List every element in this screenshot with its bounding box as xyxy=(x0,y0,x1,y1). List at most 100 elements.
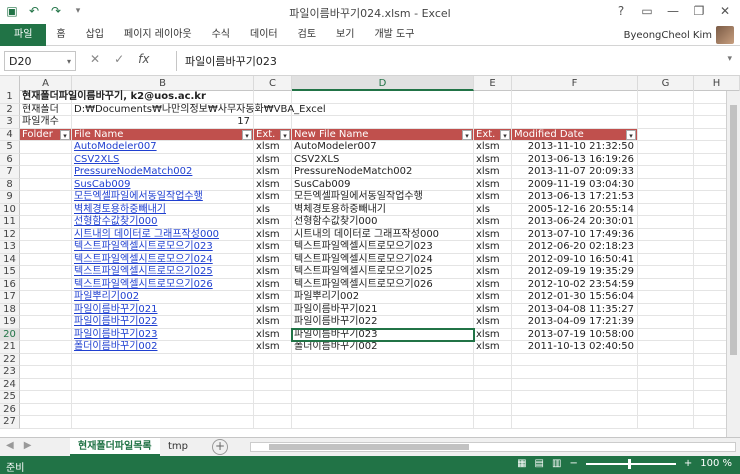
grid-cell[interactable] xyxy=(254,353,292,366)
grid-cell[interactable] xyxy=(474,366,512,379)
grid-cell[interactable] xyxy=(638,91,694,104)
add-sheet-button[interactable]: + xyxy=(212,439,228,455)
horizontal-scrollbar[interactable] xyxy=(250,442,736,452)
file-ext[interactable]: xlsm xyxy=(254,341,292,354)
grid-cell[interactable] xyxy=(638,416,694,429)
tab-view[interactable]: 보기 xyxy=(326,24,364,46)
column-header[interactable]: H xyxy=(694,76,740,91)
grid-cell[interactable] xyxy=(292,378,474,391)
grid-cell[interactable] xyxy=(474,378,512,391)
grid-cell[interactable] xyxy=(638,378,694,391)
grid-cell[interactable] xyxy=(20,341,72,354)
zoom-in-button[interactable]: + xyxy=(684,458,692,469)
grid-cell[interactable] xyxy=(638,228,694,241)
file-ext[interactable]: xlsm xyxy=(254,316,292,329)
tab-data[interactable]: 데이터 xyxy=(240,24,288,46)
grid-cell[interactable] xyxy=(638,128,694,141)
enter-icon[interactable]: ✓ xyxy=(114,52,124,66)
new-file-name[interactable]: 파일이름바꾸기022 xyxy=(292,316,474,329)
tab-formulas[interactable]: 수식 xyxy=(202,24,240,46)
modified-date[interactable]: 2012-09-19 19:35:29 xyxy=(512,266,638,279)
grid-cell[interactable] xyxy=(638,353,694,366)
row-header[interactable]: 17 xyxy=(0,291,20,304)
new-file-name[interactable]: 파일뿌리기002 xyxy=(292,291,474,304)
row-header[interactable]: 7 xyxy=(0,166,20,179)
tab-home[interactable]: 홈 xyxy=(46,24,75,46)
ribbon-display-button[interactable]: ▭ xyxy=(636,2,658,20)
avatar[interactable] xyxy=(716,26,734,44)
new-file-ext[interactable]: xlsm xyxy=(474,178,512,191)
grid-cell[interactable] xyxy=(292,366,474,379)
file-link[interactable]: 파일뿌리기002 xyxy=(72,291,254,304)
grid-cell[interactable] xyxy=(254,116,292,129)
grid-cell[interactable] xyxy=(254,91,292,104)
grid-cell[interactable] xyxy=(20,328,72,341)
filter-dropdown-icon[interactable]: ▾ xyxy=(462,129,472,140)
filter-dropdown-icon[interactable]: ▾ xyxy=(280,129,290,140)
close-button[interactable]: ✕ xyxy=(714,2,736,20)
file-ext[interactable]: xlsm xyxy=(254,328,292,341)
row-header[interactable]: 20 xyxy=(0,328,20,341)
select-all-corner[interactable] xyxy=(0,76,20,91)
row-header[interactable]: 22 xyxy=(0,353,20,366)
file-link[interactable]: 텍스트파일엑셀시트로모으기026 xyxy=(72,278,254,291)
row-header[interactable]: 8 xyxy=(0,178,20,191)
grid-cell[interactable] xyxy=(20,166,72,179)
modified-date[interactable]: 2013-07-10 17:49:36 xyxy=(512,228,638,241)
tab-review[interactable]: 검토 xyxy=(288,24,326,46)
row-header[interactable]: 2 xyxy=(0,103,20,116)
grid-cell[interactable] xyxy=(254,403,292,416)
new-file-name[interactable]: CSV2XLS xyxy=(292,153,474,166)
insert-function-icon[interactable]: fx xyxy=(138,52,149,66)
new-file-name[interactable]: PressureNodeMatch002 xyxy=(292,166,474,179)
new-file-name[interactable]: 선형함수값찾기000 xyxy=(292,216,474,229)
row-header[interactable]: 23 xyxy=(0,366,20,379)
modified-date[interactable]: 2012-06-20 02:18:23 xyxy=(512,241,638,254)
modified-date[interactable]: 2013-11-10 21:32:50 xyxy=(512,141,638,154)
modified-date[interactable]: 2009-11-19 03:04:30 xyxy=(512,178,638,191)
new-file-ext[interactable]: xlsm xyxy=(474,166,512,179)
grid-cell[interactable] xyxy=(292,391,474,404)
grid-cell[interactable] xyxy=(474,391,512,404)
file-link[interactable]: 시트내의 데이터로 그래프작성000 xyxy=(72,228,254,241)
new-file-ext[interactable]: xlsm xyxy=(474,328,512,341)
normal-view-icon[interactable]: ▦ xyxy=(517,458,526,469)
grid-cell[interactable] xyxy=(638,241,694,254)
grid-cell[interactable] xyxy=(254,378,292,391)
new-file-name[interactable]: 파일이름바꾸기021 xyxy=(292,303,474,316)
grid-cell[interactable] xyxy=(292,403,474,416)
scrollbar-thumb[interactable] xyxy=(730,105,737,355)
modified-date[interactable]: 2012-01-30 15:56:04 xyxy=(512,291,638,304)
file-ext[interactable]: xlsm xyxy=(254,303,292,316)
grid-cell[interactable] xyxy=(638,103,694,116)
grid-cell[interactable] xyxy=(512,91,638,104)
grid-cell[interactable] xyxy=(20,228,72,241)
row-header[interactable]: 15 xyxy=(0,266,20,279)
zoom-level[interactable]: 100 % xyxy=(700,458,732,469)
new-file-ext[interactable]: xlsm xyxy=(474,266,512,279)
grid-cell[interactable] xyxy=(72,391,254,404)
column-header[interactable]: C xyxy=(254,76,292,91)
file-link[interactable]: SusCab009 xyxy=(72,178,254,191)
column-header[interactable]: D xyxy=(292,76,474,91)
grid-cell[interactable] xyxy=(20,241,72,254)
new-file-ext[interactable]: xlsm xyxy=(474,141,512,154)
filter-dropdown-icon[interactable]: ▾ xyxy=(242,129,252,140)
grid-cell[interactable] xyxy=(638,141,694,154)
column-header[interactable]: G xyxy=(638,76,694,91)
tab-developer[interactable]: 개발 도구 xyxy=(364,24,424,46)
grid-cell[interactable] xyxy=(638,191,694,204)
modified-date[interactable]: 2013-07-19 10:58:00 xyxy=(512,328,638,341)
grid-cell[interactable] xyxy=(638,291,694,304)
new-file-ext[interactable]: xlsm xyxy=(474,241,512,254)
row-header[interactable]: 12 xyxy=(0,228,20,241)
grid-cell[interactable] xyxy=(20,391,72,404)
file-link[interactable]: 선형함수값찾기000 xyxy=(72,216,254,229)
modified-date[interactable]: 2013-06-13 17:21:53 xyxy=(512,191,638,204)
current-folder-path[interactable]: D:₩Documents₩나만의정보₩사무자동화₩VBA_Excel xyxy=(72,103,326,116)
row-header[interactable]: 13 xyxy=(0,241,20,254)
new-file-name[interactable]: 텍스트파일엑셀시트로모으기025 xyxy=(292,266,474,279)
grid-cell[interactable] xyxy=(638,366,694,379)
new-file-ext[interactable]: xls xyxy=(474,203,512,216)
row-header[interactable]: 16 xyxy=(0,278,20,291)
